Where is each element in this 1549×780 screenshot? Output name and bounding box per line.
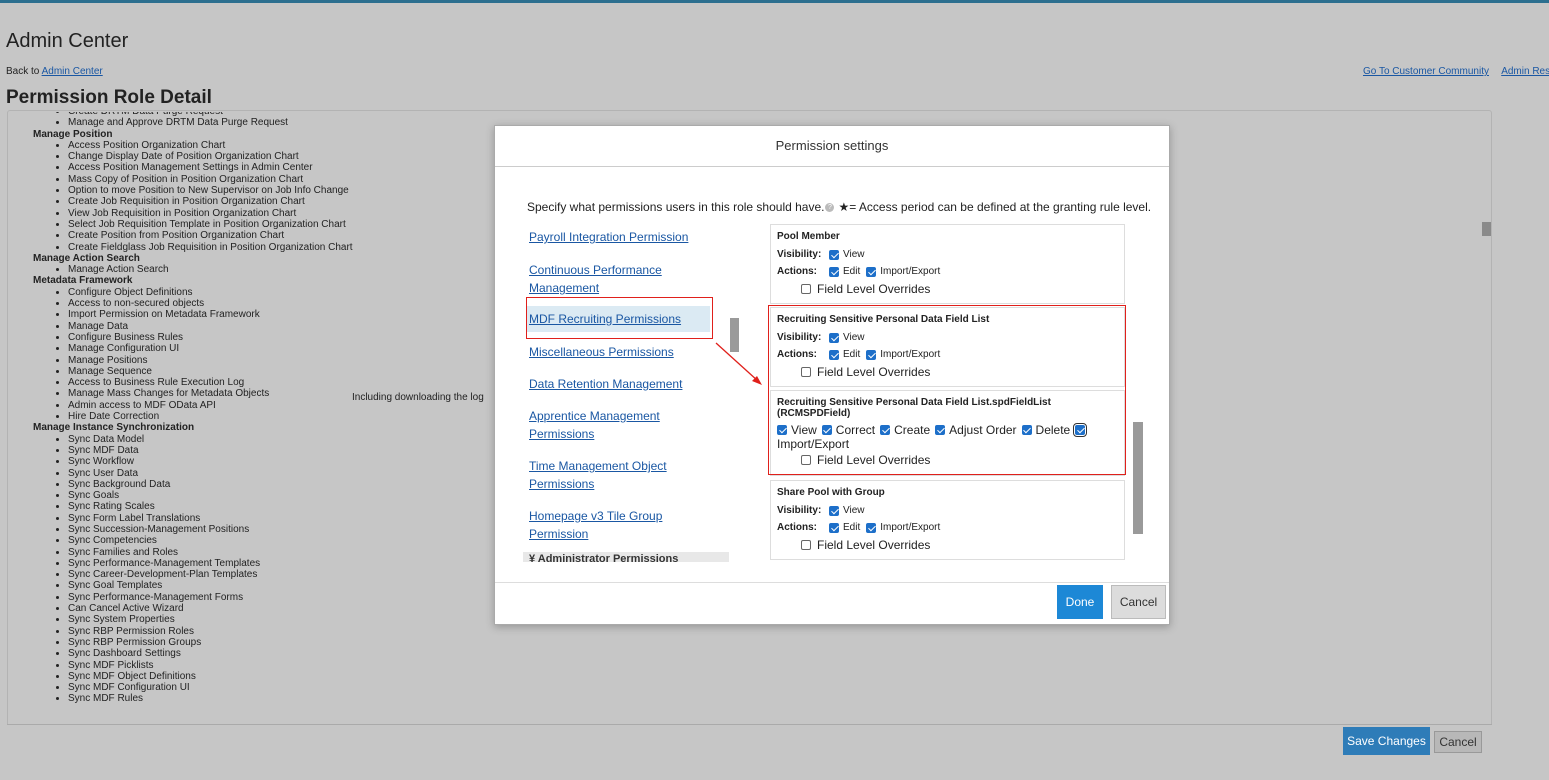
section-title: Pool Member	[777, 231, 840, 242]
edit-label: Edit	[843, 522, 861, 533]
help-icon[interactable]: ?	[825, 203, 835, 213]
permission-settings-dialog: Permission settings Specify what permiss…	[494, 125, 1170, 625]
nav-section-header[interactable]: ¥ Administrator Permissions	[523, 552, 729, 562]
page-title: Admin Center	[6, 30, 129, 52]
field-overrides-checkbox[interactable]	[801, 367, 811, 377]
nav-miscellaneous[interactable]: Miscellaneous Permissions	[529, 343, 704, 361]
section-spd-field-list: Recruiting Sensitive Personal Data Field…	[770, 390, 1125, 476]
back-prefix: Back to	[6, 66, 40, 77]
delete-label: Delete	[1035, 423, 1071, 437]
edit-checkbox[interactable]	[829, 522, 839, 533]
access-period-note: ★= Access period can be defined at the g…	[838, 200, 1152, 214]
view-label: View	[843, 505, 865, 516]
permission-item: Sync MDF Picklists	[68, 660, 733, 671]
dialog-title: Permission settings	[495, 126, 1169, 167]
adjust-order-label: Adjust Order	[949, 423, 1017, 437]
top-accent-bar	[0, 0, 1549, 3]
edit-label: Edit	[843, 266, 861, 277]
view-label: View	[843, 332, 865, 343]
field-overrides-label: Field Level Overrides	[817, 453, 931, 467]
import-export-checkbox[interactable]	[1073, 423, 1088, 437]
permission-detail-pane: Pool Member Visibility: View Actions: Edit…	[770, 224, 1125, 562]
done-button[interactable]: Done	[1057, 585, 1103, 619]
section-sensitive-data-list: Recruiting Sensitive Personal Data Field…	[770, 307, 1125, 387]
edit-checkbox[interactable]	[829, 349, 839, 360]
view-checkbox[interactable]	[829, 332, 839, 343]
import-export-checkbox[interactable]	[866, 522, 877, 533]
top-links: Go To Customer Community Admin Resc	[1363, 66, 1549, 77]
nav-continuous-performance[interactable]: Continuous Performance Management	[529, 261, 704, 297]
view-checkbox[interactable]	[829, 249, 839, 260]
import-export-label: Import/Export	[777, 437, 850, 451]
import-export-label: Import/Export	[880, 266, 941, 277]
permission-item: Sync MDF Configuration UI	[68, 682, 733, 693]
import-export-checkbox[interactable]	[866, 266, 877, 277]
cancel-button[interactable]: Cancel	[1434, 731, 1482, 753]
correct-label: Correct	[835, 423, 876, 437]
actions-label: Actions:	[777, 266, 817, 277]
save-changes-button[interactable]: Save Changes	[1343, 727, 1430, 755]
import-export-label: Import/Export	[880, 349, 941, 360]
permission-item: Sync MDF Rules	[68, 693, 733, 704]
field-overrides-label: Field Level Overrides	[817, 282, 931, 296]
back-line: Back to Admin Center	[6, 66, 103, 77]
dialog-cancel-button[interactable]: Cancel	[1111, 585, 1166, 619]
view-label: View	[843, 249, 865, 260]
section-pool-member: Pool Member Visibility: View Actions: Edit…	[770, 224, 1125, 304]
nav-time-management[interactable]: Time Management Object Permissions	[529, 457, 704, 493]
view-checkbox[interactable]	[829, 505, 839, 516]
nav-mdf-recruiting[interactable]: MDF Recruiting Permissions	[527, 306, 710, 332]
section-title: Recruiting Sensitive Personal Data Field…	[777, 314, 990, 325]
permission-item: Sync RBP Permission Groups	[68, 637, 733, 648]
back-to-admin-center-link[interactable]: Admin Center	[42, 66, 103, 77]
create-checkbox[interactable]	[880, 425, 891, 435]
nav-scrollbar[interactable]	[730, 318, 739, 352]
edit-checkbox[interactable]	[829, 266, 839, 277]
import-export-label: Import/Export	[880, 522, 941, 533]
footer-bar	[7, 724, 1492, 758]
import-export-checkbox[interactable]	[866, 349, 877, 360]
nav-apprentice-management[interactable]: Apprentice Management Permissions	[529, 407, 704, 443]
actions-label: Actions:	[777, 522, 817, 533]
field-overrides-checkbox[interactable]	[801, 455, 811, 465]
admin-resources-link[interactable]: Admin Resc	[1501, 66, 1549, 77]
field-overrides-label: Field Level Overrides	[817, 365, 931, 379]
detail-scrollbar[interactable]	[1133, 422, 1143, 534]
field-overrides-checkbox[interactable]	[801, 284, 811, 294]
view-label: View	[791, 423, 817, 437]
section-share-pool: Share Pool with Group Visibility: View Ac…	[770, 480, 1125, 560]
visibility-label: Visibility:	[777, 332, 822, 343]
customer-community-link[interactable]: Go To Customer Community	[1363, 66, 1489, 77]
dialog-instruction: Specify what permissions users in this r…	[527, 200, 1151, 214]
permission-item: Sync MDF Object Definitions	[68, 671, 733, 682]
permission-item: Sync Dashboard Settings	[68, 648, 733, 659]
role-detail-title: Permission Role Detail	[6, 87, 212, 108]
nav-payroll-integration[interactable]: Payroll Integration Permission	[529, 228, 704, 246]
log-note: Including downloading the log	[352, 392, 484, 403]
view-checkbox[interactable]	[777, 425, 787, 435]
spd-options-row: View Correct Create Adjust Order Delete …	[777, 423, 1118, 451]
permission-category-nav: Payroll Integration Permission Continuou…	[523, 224, 729, 562]
field-overrides-checkbox[interactable]	[801, 540, 811, 550]
nav-section-label: Administrator Permissions	[537, 553, 679, 562]
collapse-icon: ¥	[529, 553, 538, 562]
nav-homepage-tile-group[interactable]: Homepage v3 Tile Group Permission	[529, 507, 704, 543]
edit-label: Edit	[843, 349, 861, 360]
adjust-order-checkbox[interactable]	[935, 425, 946, 435]
permission-item: Sync RBP Permission Roles	[68, 626, 733, 637]
section-title: Recruiting Sensitive Personal Data Field…	[777, 397, 1051, 419]
correct-checkbox[interactable]	[821, 425, 832, 435]
visibility-label: Visibility:	[777, 505, 822, 516]
page-scrollbar[interactable]	[1482, 222, 1491, 236]
actions-label: Actions:	[777, 349, 817, 360]
instruction-text: Specify what permissions users in this r…	[527, 200, 825, 214]
create-label: Create	[894, 423, 931, 437]
section-title: Share Pool with Group	[777, 487, 885, 498]
visibility-label: Visibility:	[777, 249, 822, 260]
nav-data-retention[interactable]: Data Retention Management	[529, 375, 704, 393]
delete-checkbox[interactable]	[1021, 425, 1032, 435]
field-overrides-label: Field Level Overrides	[817, 538, 931, 552]
